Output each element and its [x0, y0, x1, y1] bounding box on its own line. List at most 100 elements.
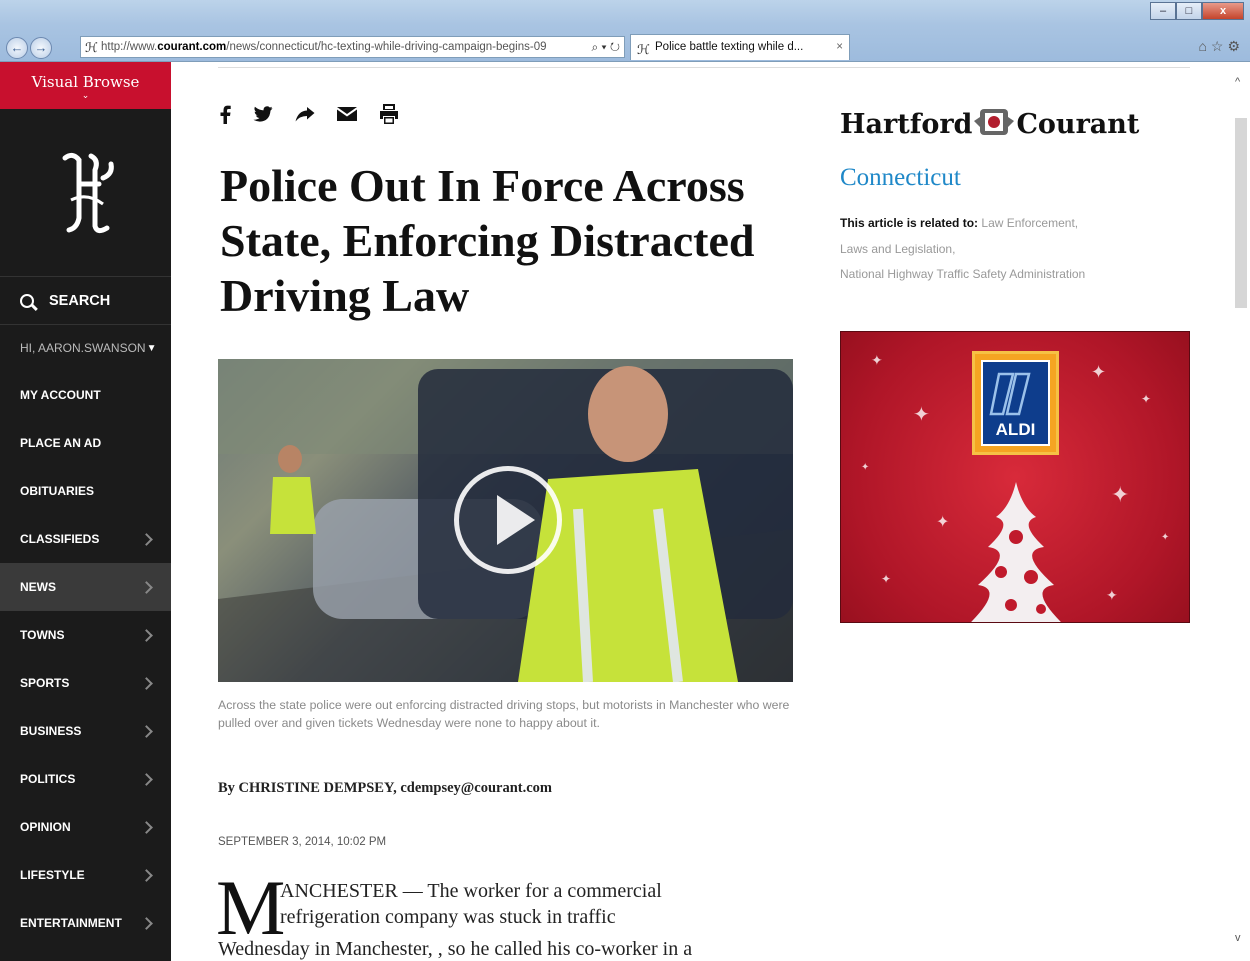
masthead-right: Courant [1016, 109, 1140, 140]
sidebar-item-label: SPORTS [20, 676, 70, 690]
chevron-right-icon [140, 916, 153, 930]
print-icon[interactable] [379, 104, 399, 124]
tab-favicon-icon: ℋ [637, 43, 650, 58]
scroll-thumb[interactable] [1235, 118, 1247, 308]
visual-browse-button[interactable]: Visual Browse ⌄ [0, 62, 171, 109]
sidebar-item-my-account[interactable]: MY ACCOUNT [0, 371, 171, 419]
sidebar-item-opinion[interactable]: OPINION [0, 803, 171, 851]
aldi-logo: ALDI [972, 351, 1059, 455]
sidebar-item-label: MY ACCOUNT [20, 388, 101, 402]
share-arrow-icon[interactable] [295, 106, 315, 122]
caret-down-icon: ▼ [146, 342, 157, 354]
sidebar-item-politics[interactable]: POLITICS [0, 755, 171, 803]
twitter-icon[interactable] [253, 106, 273, 122]
sidebar-search[interactable]: SEARCH [0, 277, 171, 325]
scroll-down-icon[interactable]: v [1235, 932, 1241, 944]
sidebar-item-label: PLACE AN AD [20, 436, 102, 450]
sidebar-item-business[interactable]: BUSINESS [0, 707, 171, 755]
section-link[interactable]: Connecticut [840, 164, 961, 192]
masthead-left: Hartford [840, 109, 973, 140]
sparkle-icon: ✦ [913, 404, 930, 426]
sidebar-item-obituaries[interactable]: OBITUARIES [0, 467, 171, 515]
sparkle-icon: ✦ [861, 462, 870, 473]
url-path: /news/connecticut/hc-texting-while-drivi… [226, 41, 547, 53]
article-byline[interactable]: By CHRISTINE DEMPSEY, cdempsey@courant.c… [218, 780, 552, 797]
maximize-button[interactable]: □ [1176, 2, 1202, 20]
scroll-up-icon[interactable]: ^ [1235, 76, 1240, 88]
search-icon [20, 293, 34, 308]
sidebar-item-label: TOWNS [20, 628, 65, 642]
browser-tab[interactable]: ℋ Police battle texting while d... × [630, 34, 850, 60]
sidebar-item-place-an-ad[interactable]: PLACE AN AD [0, 419, 171, 467]
facebook-icon[interactable] [219, 105, 231, 124]
sparkle-icon: ✦ [881, 572, 892, 586]
sparkle-icon: ✦ [1106, 587, 1118, 603]
advertisement[interactable]: ✦ ✦ ✦ ✦ ✦ ✦ ✦ ✦ ✦ ✦ ALDI [840, 331, 1190, 623]
play-icon[interactable] [454, 466, 562, 574]
address-search-refresh-icons[interactable]: ⌕ ▾ ↻ [587, 37, 620, 57]
sidebar-item-label: OPINION [20, 820, 71, 834]
aldi-wordmark: ALDI [995, 420, 1036, 439]
related-topics: This article is related to: Law Enforcem… [840, 211, 1140, 288]
sidebar-item-sports[interactable]: SPORTS [0, 659, 171, 707]
chevron-right-icon [140, 676, 153, 690]
sidebar-item-label: ENTERTAINMENT [20, 916, 122, 930]
nav-buttons: ← → [6, 36, 54, 60]
site-favicon-icon: ℋ [85, 41, 98, 56]
logo-area[interactable] [0, 109, 171, 277]
search-label: SEARCH [49, 292, 111, 309]
forward-button[interactable]: → [30, 37, 52, 59]
divider [218, 67, 1190, 68]
hartford-courant-masthead[interactable]: Hartford Courant [840, 107, 1139, 140]
share-toolbar [219, 104, 421, 124]
tab-close-icon[interactable]: × [836, 35, 843, 59]
address-bar[interactable]: ℋ http://www.courant.com/news/connecticu… [80, 36, 625, 58]
sidebar-item-entertainment[interactable]: ENTERTAINMENT [0, 899, 171, 947]
sidebar-item-label: BUSINESS [20, 724, 82, 738]
drop-cap: M [216, 864, 286, 951]
article-body-line: refrigeration company was stuck in traff… [280, 906, 616, 928]
image-caption: Across the state police were out enforci… [218, 698, 790, 730]
minimize-button[interactable]: – [1150, 2, 1176, 20]
sidebar-item-lifestyle[interactable]: LIFESTYLE [0, 851, 171, 899]
browser-tools-icons[interactable]: ⌂☆⚙ [1198, 38, 1244, 55]
url-prefix: http://www. [101, 41, 158, 53]
url-domain: courant.com [157, 41, 227, 53]
sparkle-icon: ✦ [1111, 482, 1130, 507]
hartford-courant-monogram-icon [62, 152, 114, 233]
chevron-down-icon: ⌄ [81, 91, 90, 101]
chevron-right-icon [140, 868, 153, 882]
related-link[interactable]: Law Enforcement, [981, 216, 1078, 230]
sparkle-icon: ✦ [1141, 392, 1152, 406]
visual-browse-label: Visual Browse [31, 73, 140, 91]
user-menu[interactable]: HI, AARON.SWANSON ▼ [0, 325, 171, 371]
sparkle-icon: ✦ [1091, 362, 1107, 382]
article-body-line: Wednesday in Manchester, , so he called … [218, 938, 693, 960]
sparkle-icon: ✦ [936, 514, 950, 531]
sidebar-item-towns[interactable]: TOWNS [0, 611, 171, 659]
chevron-right-icon [140, 820, 153, 834]
related-label: This article is related to: [840, 216, 979, 230]
sidebar-item-label: NEWS [20, 580, 56, 594]
related-link[interactable]: Laws and Legislation, [840, 242, 955, 256]
sidebar-item-label: OBITUARIES [20, 484, 95, 498]
sidebar-item-classifieds[interactable]: CLASSIFIEDS [0, 515, 171, 563]
sidebar: Visual Browse ⌄ SEARCH HI, AARON.SWANSON… [0, 62, 171, 961]
close-window-button[interactable]: x [1202, 2, 1244, 20]
sparkle-icon: ✦ [1161, 532, 1170, 543]
video-player[interactable] [218, 359, 793, 682]
chevron-right-icon [140, 532, 153, 546]
sidebar-item-label: CLASSIFIEDS [20, 532, 100, 546]
article-headline: Police Out In Force Across State, Enforc… [220, 160, 755, 321]
article-date: SEPTEMBER 3, 2014, 10:02 PM [218, 836, 387, 848]
sparkle-icon: ✦ [871, 352, 883, 368]
sidebar-item-news[interactable]: NEWS [0, 563, 171, 611]
browser-titlebar: – □ x ← → ℋ http://www.courant.com/news/… [0, 0, 1250, 62]
vertical-scrollbar[interactable]: ^ v [1232, 62, 1250, 961]
email-icon[interactable] [337, 107, 357, 121]
related-link[interactable]: National Highway Traffic Safety Administ… [840, 267, 1085, 281]
chevron-right-icon [140, 724, 153, 738]
article-body-line: ANCHESTER — The worker for a commercial [280, 880, 662, 902]
sidebar-item-label: POLITICS [20, 772, 76, 786]
back-button[interactable]: ← [6, 37, 28, 59]
